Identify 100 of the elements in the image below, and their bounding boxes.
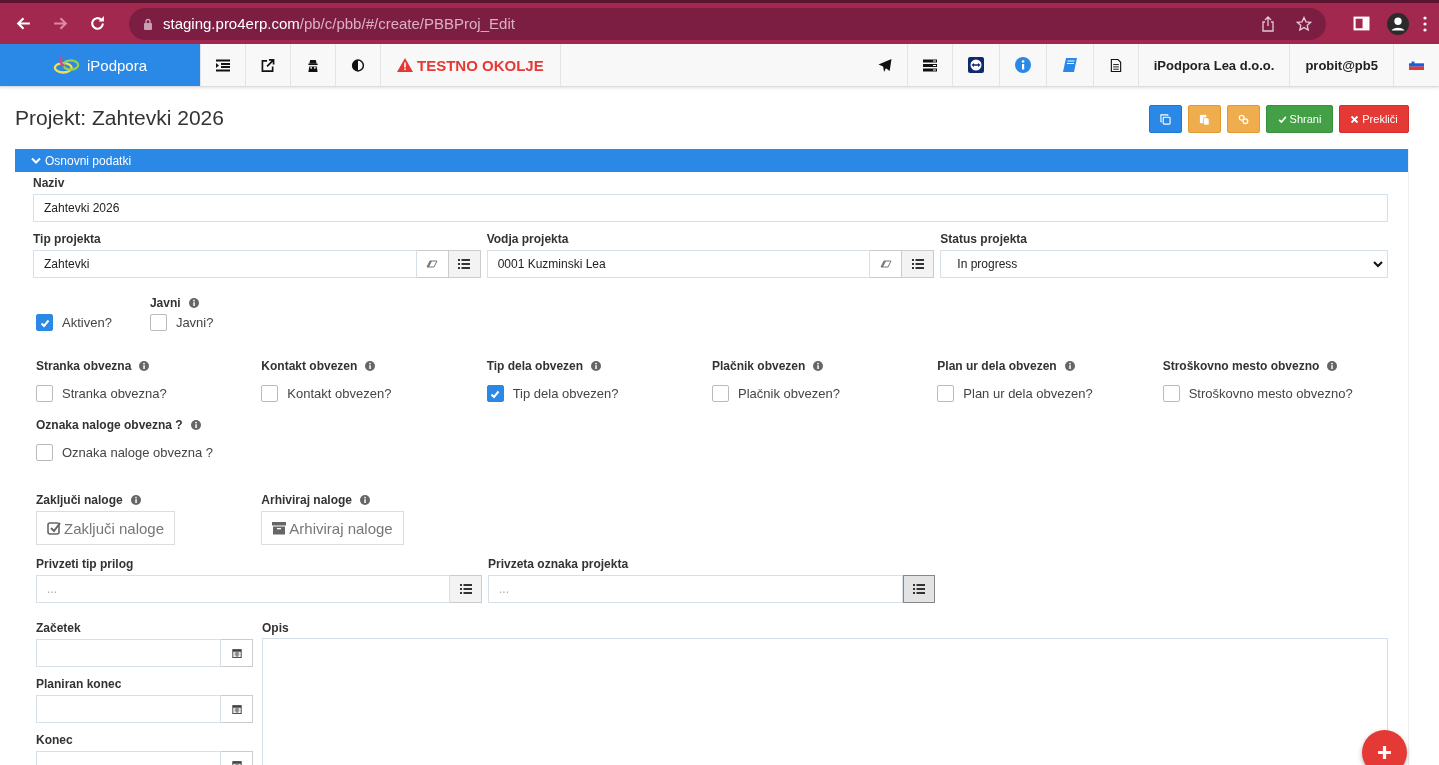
input-field[interactable]: ...	[36, 575, 450, 603]
checkbox-label: Stranka obvezna?	[62, 386, 167, 401]
server-icon[interactable]	[922, 58, 937, 72]
checkbox[interactable]	[36, 444, 53, 461]
field-label: Konec	[36, 733, 74, 747]
address-bar[interactable]: staging.pro4erp.com/pb/c/pbb/#/create/PBBProj_Edit	[129, 7, 1326, 40]
flag-icon[interactable]	[1409, 60, 1424, 70]
spy-icon[interactable]	[306, 58, 320, 72]
document-icon[interactable]	[1108, 58, 1123, 72]
field-label: Javni	[149, 296, 181, 310]
checkbox-label: Plačnik obvezen?	[738, 386, 840, 401]
info-icon	[365, 361, 376, 371]
input-field[interactable]: Zahtevki	[33, 250, 417, 278]
field-label: Začetek	[36, 621, 82, 635]
checkbox[interactable]	[261, 385, 279, 402]
share-icon[interactable]	[1260, 15, 1276, 32]
field-label: Vodja projekta	[486, 232, 570, 246]
field-label: Stroškovno mesto obvezno	[1162, 359, 1320, 373]
info-icon	[1064, 361, 1075, 371]
archive-button[interactable]: Arhiviraj naloge	[261, 511, 404, 545]
checkbox[interactable]	[149, 314, 167, 331]
checkbox-label: Stroškovno mesto obvezno?	[1188, 386, 1353, 401]
warning-icon	[397, 58, 413, 72]
info-icon	[188, 298, 199, 308]
copy-icon	[1160, 113, 1171, 125]
list-icon	[913, 584, 925, 594]
star-icon[interactable]	[1296, 15, 1312, 32]
input-field[interactable]: ...	[488, 575, 903, 603]
eraser-icon	[426, 259, 439, 269]
contrast-icon[interactable]	[351, 58, 365, 72]
field-label: Oznaka naloge obvezna ?	[36, 418, 183, 432]
date-field[interactable]	[36, 639, 221, 667]
calendar-icon	[230, 648, 243, 658]
field-label: Opis	[262, 621, 290, 635]
checkbox[interactable]	[36, 314, 53, 331]
status-select[interactable]: In progress	[940, 250, 1388, 278]
link-icon	[1238, 113, 1249, 125]
input-field[interactable]: Zahtevki 2026	[33, 194, 1388, 222]
profile-icon[interactable]	[1387, 12, 1409, 35]
external-link-icon[interactable]	[261, 58, 275, 72]
section-header[interactable]: Osnovni podatki	[15, 149, 1408, 172]
calendar-button[interactable]	[221, 695, 253, 723]
calendar-icon	[230, 704, 243, 714]
cancel-button[interactable]: Prekliči	[1339, 105, 1409, 133]
field-label: Tip dela obvezen	[486, 359, 584, 373]
url-path: /pb/c/pbb/#/create/PBBProj_Edit	[299, 15, 515, 32]
checkbox-label: Aktiven?	[62, 315, 112, 330]
checkbox-label: Oznaka naloge obvezna ?	[62, 445, 214, 460]
field-label: Stranka obvezna	[36, 359, 132, 373]
checkbox[interactable]	[486, 385, 504, 402]
list-button[interactable]	[448, 250, 481, 278]
logo-icon	[52, 54, 81, 76]
section-title: Osnovni podatki	[45, 153, 132, 168]
field-label: Plan ur dela obvezen	[937, 359, 1057, 373]
sidebar-icon[interactable]	[1353, 15, 1370, 32]
field-label: Plačnik obvezen	[712, 359, 806, 373]
indent-icon[interactable]	[216, 58, 230, 72]
checkbox[interactable]	[937, 385, 955, 402]
close-tasks-button[interactable]: Zaključi naloge	[36, 511, 176, 545]
info-icon	[190, 420, 201, 430]
info-icon	[139, 361, 150, 371]
field-label: Privzeti tip prilog	[36, 557, 135, 571]
chevron-icon	[1373, 260, 1383, 268]
company-menu[interactable]: iPodpora Lea d.o.o.	[1137, 44, 1290, 86]
checkbox[interactable]	[36, 385, 53, 402]
paper-plane-icon[interactable]	[877, 58, 892, 72]
forward-icon[interactable]	[52, 15, 69, 32]
user-menu[interactable]: probit@pb5	[1289, 44, 1393, 86]
add-button[interactable]	[1362, 730, 1407, 765]
eraser-icon	[879, 259, 892, 269]
list-button[interactable]	[902, 250, 935, 278]
info-icon	[360, 495, 371, 505]
field-label: Status projekta	[940, 232, 1029, 246]
brand-logo[interactable]: iPodpora	[0, 44, 200, 86]
date-field[interactable]	[36, 695, 221, 723]
brand-name: iPodpora	[86, 56, 147, 74]
checkbox[interactable]	[1162, 385, 1180, 402]
back-icon[interactable]	[15, 15, 32, 32]
page-title: Projekt: Zahtevki 2026	[15, 106, 224, 130]
checkbox[interactable]	[712, 385, 729, 402]
field-label: Planiran konec	[36, 677, 123, 691]
info-icon[interactable]	[1014, 57, 1031, 73]
copy-button[interactable]	[1149, 105, 1182, 133]
info-icon	[813, 361, 824, 371]
menu-icon[interactable]	[1423, 15, 1427, 32]
check-icon	[1277, 114, 1287, 124]
info-icon	[1327, 361, 1338, 371]
reload-icon[interactable]	[89, 15, 106, 32]
list-button[interactable]	[903, 575, 935, 603]
field-label: Naziv	[33, 176, 66, 190]
info-icon	[130, 495, 141, 505]
field-label: Zaključi naloge	[36, 493, 123, 507]
checkbox-icon	[47, 521, 61, 535]
input-field[interactable]: 0001 Kuzminski Lea	[486, 250, 871, 278]
lock-icon	[143, 17, 153, 30]
calendar-button[interactable]	[221, 639, 253, 667]
book-icon[interactable]	[1061, 57, 1078, 73]
list-button[interactable]	[450, 575, 482, 603]
remote-desktop-icon[interactable]	[967, 57, 984, 73]
field-label: Arhiviraj naloge	[261, 493, 353, 507]
